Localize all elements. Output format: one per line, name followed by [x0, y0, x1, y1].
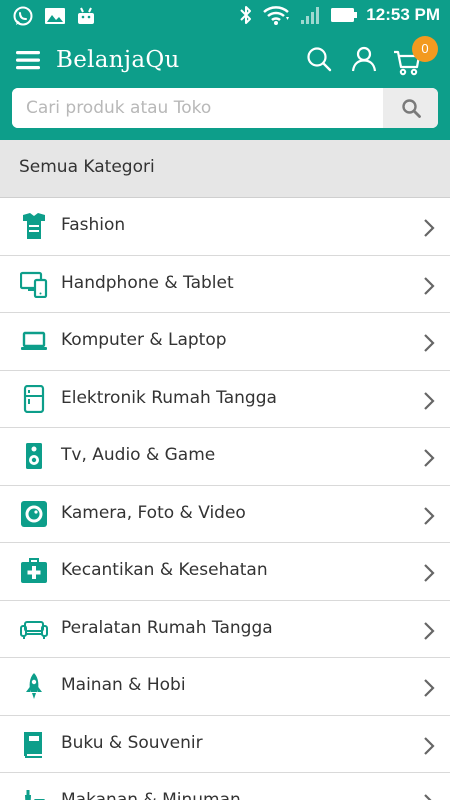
chevron-right-icon — [424, 621, 435, 640]
chevron-right-icon — [424, 794, 432, 800]
category-list: Fashion Handphone & Tablet Komputer & La… — [0, 198, 450, 800]
notification-icons — [12, 5, 96, 27]
category-item-kecantikan-kesehatan[interactable]: Kecantikan & Kesehatan — [0, 543, 450, 601]
category-label: Buku & Souvenir — [61, 732, 203, 753]
search-bar — [12, 88, 438, 128]
app-brand: BelanjaQu — [56, 47, 180, 73]
section-header: Semua Kategori — [0, 140, 450, 198]
speaker-icon — [26, 443, 42, 469]
category-item-tv-audio-game[interactable]: Tv, Audio & Game — [0, 428, 450, 486]
category-item-kamera-foto-video[interactable]: Kamera, Foto & Video — [0, 485, 450, 543]
status-time: 12:53 PM — [366, 5, 440, 24]
android-icon — [78, 7, 94, 24]
category-item-mainan-hobi[interactable]: Mainan & Hobi — [0, 658, 450, 716]
cart-count-badge: 0 — [412, 36, 438, 62]
category-label: Kamera, Foto & Video — [61, 502, 246, 523]
category-item-elektronik-rumah-tangga[interactable]: Elektronik Rumah Tangga — [0, 370, 450, 428]
signal-icon — [301, 7, 320, 24]
chevron-right-icon — [424, 679, 435, 697]
category-item-handphone-tablet[interactable]: Handphone & Tablet — [0, 255, 450, 313]
category-label: Fashion — [61, 215, 126, 235]
category-label: Elektronik Rumah Tangga — [61, 387, 277, 408]
system-icons: 12:53 PM — [238, 4, 440, 26]
shirt-icon — [23, 213, 45, 239]
category-label: Makanan & Minuman — [61, 790, 241, 800]
battery-icon — [331, 8, 358, 22]
chevron-right-icon — [424, 276, 435, 295]
chevron-right-icon — [424, 391, 435, 410]
search-icon[interactable] — [305, 45, 333, 73]
chevron-right-icon — [424, 334, 435, 352]
camera-icon — [21, 500, 47, 527]
category-item-peralatan-rumah-tangga[interactable]: Peralatan Rumah Tangga — [0, 600, 450, 658]
search-input[interactable] — [12, 88, 382, 128]
wifi-icon — [263, 6, 290, 25]
section-title: Semua Kategori — [19, 157, 155, 177]
book-icon — [24, 731, 42, 758]
app-bar: BelanjaQu 0 — [0, 33, 450, 140]
food-icon — [25, 790, 45, 800]
category-label: Komputer & Laptop — [61, 330, 227, 350]
category-label: Kecantikan & Kesehatan — [61, 560, 268, 580]
category-item-komputer-laptop[interactable]: Komputer & Laptop — [0, 313, 450, 371]
chevron-right-icon — [424, 506, 435, 525]
search-submit-button[interactable] — [383, 88, 438, 128]
search-submit-icon — [401, 99, 421, 118]
category-item-makanan-minuman[interactable]: Makanan & Minuman — [0, 773, 450, 800]
category-label: Handphone & Tablet — [61, 272, 234, 293]
rocket-icon — [26, 673, 42, 699]
category-item-buku-souvenir[interactable]: Buku & Souvenir — [0, 715, 450, 773]
category-label: Mainan & Hobi — [61, 675, 186, 695]
devices-icon — [20, 271, 48, 298]
fridge-icon — [23, 384, 45, 413]
category-label: Tv, Audio & Game — [61, 445, 216, 465]
user-icon[interactable] — [350, 45, 378, 73]
category-label: Peralatan Rumah Tangga — [61, 617, 273, 638]
chevron-right-icon — [424, 736, 435, 755]
chevron-right-icon — [424, 219, 435, 237]
whatsapp-icon — [13, 6, 33, 26]
status-bar: 12:53 PM — [0, 0, 450, 33]
chevron-right-icon — [424, 449, 435, 467]
hamburger-menu-icon[interactable] — [15, 48, 41, 72]
laptop-icon — [21, 331, 47, 350]
category-item-fashion[interactable]: Fashion — [0, 198, 450, 256]
image-icon — [45, 8, 65, 24]
medkit-icon — [21, 558, 47, 583]
bluetooth-icon — [240, 6, 252, 24]
sofa-icon — [20, 620, 48, 639]
chevron-right-icon — [424, 564, 435, 582]
